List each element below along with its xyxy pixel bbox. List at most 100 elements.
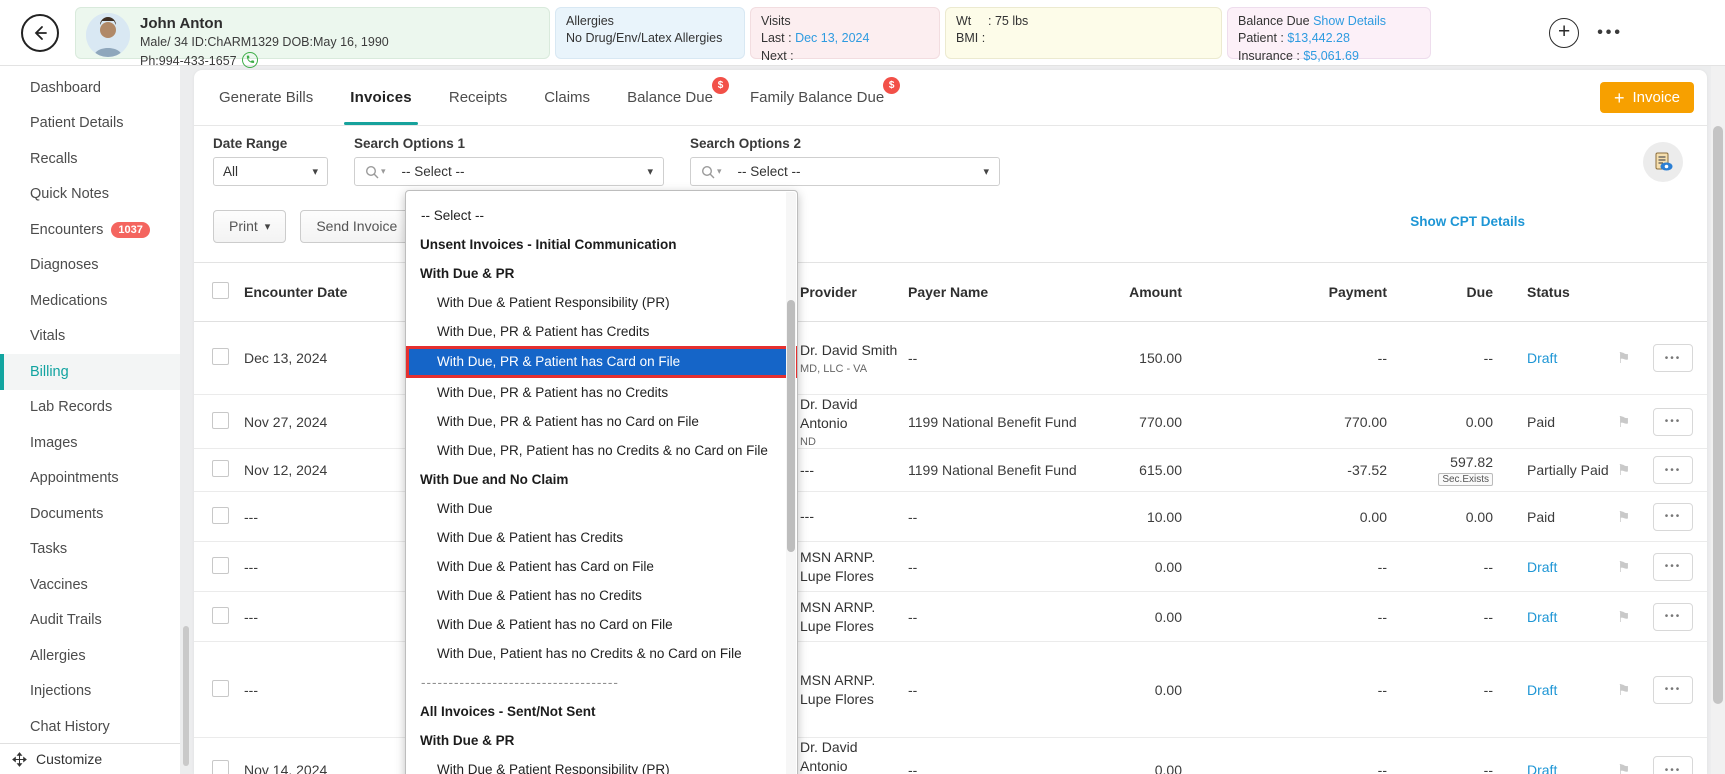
tab[interactable]: Generate Bills (213, 70, 319, 125)
dropdown-option[interactable]: All Invoices - Sent/Not Sent (406, 697, 797, 726)
tab[interactable]: Family Balance Due $ (744, 70, 890, 125)
flag-icon[interactable]: ⚑ (1617, 762, 1630, 774)
sidebar-item[interactable]: Documents (0, 496, 180, 532)
dropdown-option[interactable]: With Due & Patient has Credits (406, 523, 797, 552)
flag-icon[interactable]: ⚑ (1617, 609, 1630, 626)
sidebar-item[interactable]: Patient Details (0, 106, 180, 142)
row-checkbox[interactable] (212, 507, 229, 524)
sidebar-item[interactable]: Quick Notes (0, 177, 180, 213)
flag-icon[interactable]: ⚑ (1617, 559, 1630, 576)
tab[interactable]: Balance Due $ (621, 70, 719, 125)
invoice-status[interactable]: Draft (1527, 762, 1557, 774)
row-actions-button[interactable]: ••• (1653, 553, 1693, 581)
sidebar-item[interactable]: Injections (0, 674, 180, 710)
flag-icon[interactable]: ⚑ (1617, 462, 1630, 479)
dropdown-option[interactable]: With Due, PR & Patient has Card on File (406, 346, 797, 378)
sidebar-item[interactable]: Dashboard (0, 70, 180, 106)
send-invoice-button[interactable]: Send Invoice (300, 210, 413, 243)
invoice-status[interactable]: Draft (1527, 682, 1557, 698)
invoice-status[interactable]: Draft (1527, 350, 1557, 366)
dropdown-option[interactable]: With Due & Patient has no Credits (406, 581, 797, 610)
dropdown-option[interactable]: ------------------------------------ (406, 668, 797, 697)
page-scrollbar-thumb[interactable] (1713, 126, 1723, 704)
balance-title: Balance Due (1238, 14, 1310, 28)
sidebar-item[interactable]: Recalls (0, 141, 180, 177)
row-checkbox[interactable] (212, 348, 229, 365)
dropdown-option[interactable]: With Due & Patient Responsibility (PR) (406, 288, 797, 317)
invoice-status[interactable]: Draft (1527, 609, 1557, 625)
last-visit-date[interactable]: Dec 13, 2024 (795, 31, 869, 45)
dropdown-option[interactable]: With Due & Patient has no Card on File (406, 610, 797, 639)
sidebar-item[interactable]: Lab Records (0, 390, 180, 426)
select-all-checkbox[interactable] (212, 282, 229, 299)
sidebar-item[interactable]: Tasks (0, 532, 180, 568)
dropdown-option[interactable]: With Due, Patient has no Credits & no Ca… (406, 639, 797, 668)
row-actions-button[interactable]: ••• (1653, 676, 1693, 704)
show-cpt-details-link[interactable]: Show CPT Details (1410, 214, 1525, 229)
row-actions-button[interactable]: ••• (1653, 756, 1693, 774)
back-button[interactable] (21, 14, 59, 52)
flag-icon[interactable]: ⚑ (1617, 414, 1630, 431)
flag-icon[interactable]: ⚑ (1617, 350, 1630, 367)
row-actions-button[interactable]: ••• (1653, 603, 1693, 631)
dropdown-option[interactable]: -- Select -- (406, 201, 797, 230)
invoice-status[interactable]: Paid (1527, 414, 1555, 430)
dropdown-option[interactable]: With Due, PR & Patient has no Credits (406, 378, 797, 407)
sidebar-item[interactable]: Diagnoses (0, 248, 180, 284)
print-button[interactable]: Print ▾ (213, 210, 286, 243)
sidebar-item[interactable]: Vaccines (0, 567, 180, 603)
tab-label: Family Balance Due (750, 89, 884, 106)
sidebar-item[interactable]: Appointments (0, 461, 180, 497)
dropdown-scrollbar[interactable] (786, 192, 796, 774)
sidebar-item[interactable]: Vitals (0, 319, 180, 355)
sidebar-item[interactable]: Billing (0, 354, 180, 390)
tab[interactable]: Receipts (443, 70, 513, 125)
phone-icon[interactable] (242, 52, 258, 68)
flag-icon[interactable]: ⚑ (1617, 682, 1630, 699)
dropdown-option[interactable]: With Due & PR (406, 259, 797, 288)
row-actions-button[interactable]: ••• (1653, 503, 1693, 531)
dropdown-option[interactable]: With Due, PR & Patient has Credits (406, 317, 797, 346)
row-actions-button[interactable]: ••• (1653, 344, 1693, 372)
sidebar-item[interactable]: Allergies (0, 638, 180, 674)
sidebar-scrollbar[interactable] (183, 626, 189, 766)
sidebar-item[interactable]: Medications (0, 283, 180, 319)
row-checkbox[interactable] (212, 460, 229, 477)
dropdown-scrollbar-thumb[interactable] (787, 300, 795, 552)
invoice-status[interactable]: Paid (1527, 509, 1555, 525)
dropdown-option[interactable]: Unsent Invoices - Initial Communication (406, 230, 797, 259)
flag-icon[interactable]: ⚑ (1617, 509, 1630, 526)
dropdown-option[interactable]: With Due, PR & Patient has no Card on Fi… (406, 407, 797, 436)
date-range-select[interactable]: All ▾ (213, 157, 328, 186)
invoice-status[interactable]: Draft (1527, 559, 1557, 575)
new-invoice-button[interactable]: + Invoice (1600, 82, 1694, 113)
show-details-link[interactable]: Show Details (1313, 14, 1386, 28)
sidebar-item[interactable]: Images (0, 425, 180, 461)
row-checkbox[interactable] (212, 760, 229, 774)
dropdown-option[interactable]: With Due & Patient Responsibility (PR) (406, 755, 797, 774)
add-icon[interactable]: + (1549, 18, 1579, 48)
row-actions-button[interactable]: ••• (1653, 408, 1693, 436)
row-checkbox[interactable] (212, 412, 229, 429)
dropdown-option[interactable]: With Due & Patient has Card on File (406, 552, 797, 581)
search-options-1-select[interactable]: ▾ -- Select -- ▾ (354, 157, 664, 186)
dropdown-option[interactable]: With Due (406, 494, 797, 523)
customize-button[interactable]: Customize (0, 743, 180, 774)
row-checkbox[interactable] (212, 607, 229, 624)
sidebar-item[interactable]: Chat History (0, 709, 180, 745)
dropdown-option[interactable]: With Due & PR (406, 726, 797, 755)
dropdown-option[interactable]: With Due, PR, Patient has no Credits & n… (406, 436, 797, 465)
row-actions-button[interactable]: ••• (1653, 456, 1693, 484)
row-checkbox[interactable] (212, 557, 229, 574)
sidebar-item[interactable]: Encounters 1037 (0, 212, 180, 248)
page-scrollbar[interactable] (1711, 66, 1725, 774)
more-options-icon[interactable]: ••• (1597, 24, 1623, 42)
view-details-icon[interactable] (1643, 142, 1683, 182)
tab[interactable]: Claims (538, 70, 596, 125)
sidebar-item[interactable]: Audit Trails (0, 603, 180, 639)
search-options-2-select[interactable]: ▾ -- Select -- ▾ (690, 157, 1000, 186)
tab[interactable]: Invoices (344, 70, 418, 125)
invoice-status[interactable]: Partially Paid (1527, 462, 1609, 478)
dropdown-option[interactable]: With Due and No Claim (406, 465, 797, 494)
row-checkbox[interactable] (212, 680, 229, 697)
